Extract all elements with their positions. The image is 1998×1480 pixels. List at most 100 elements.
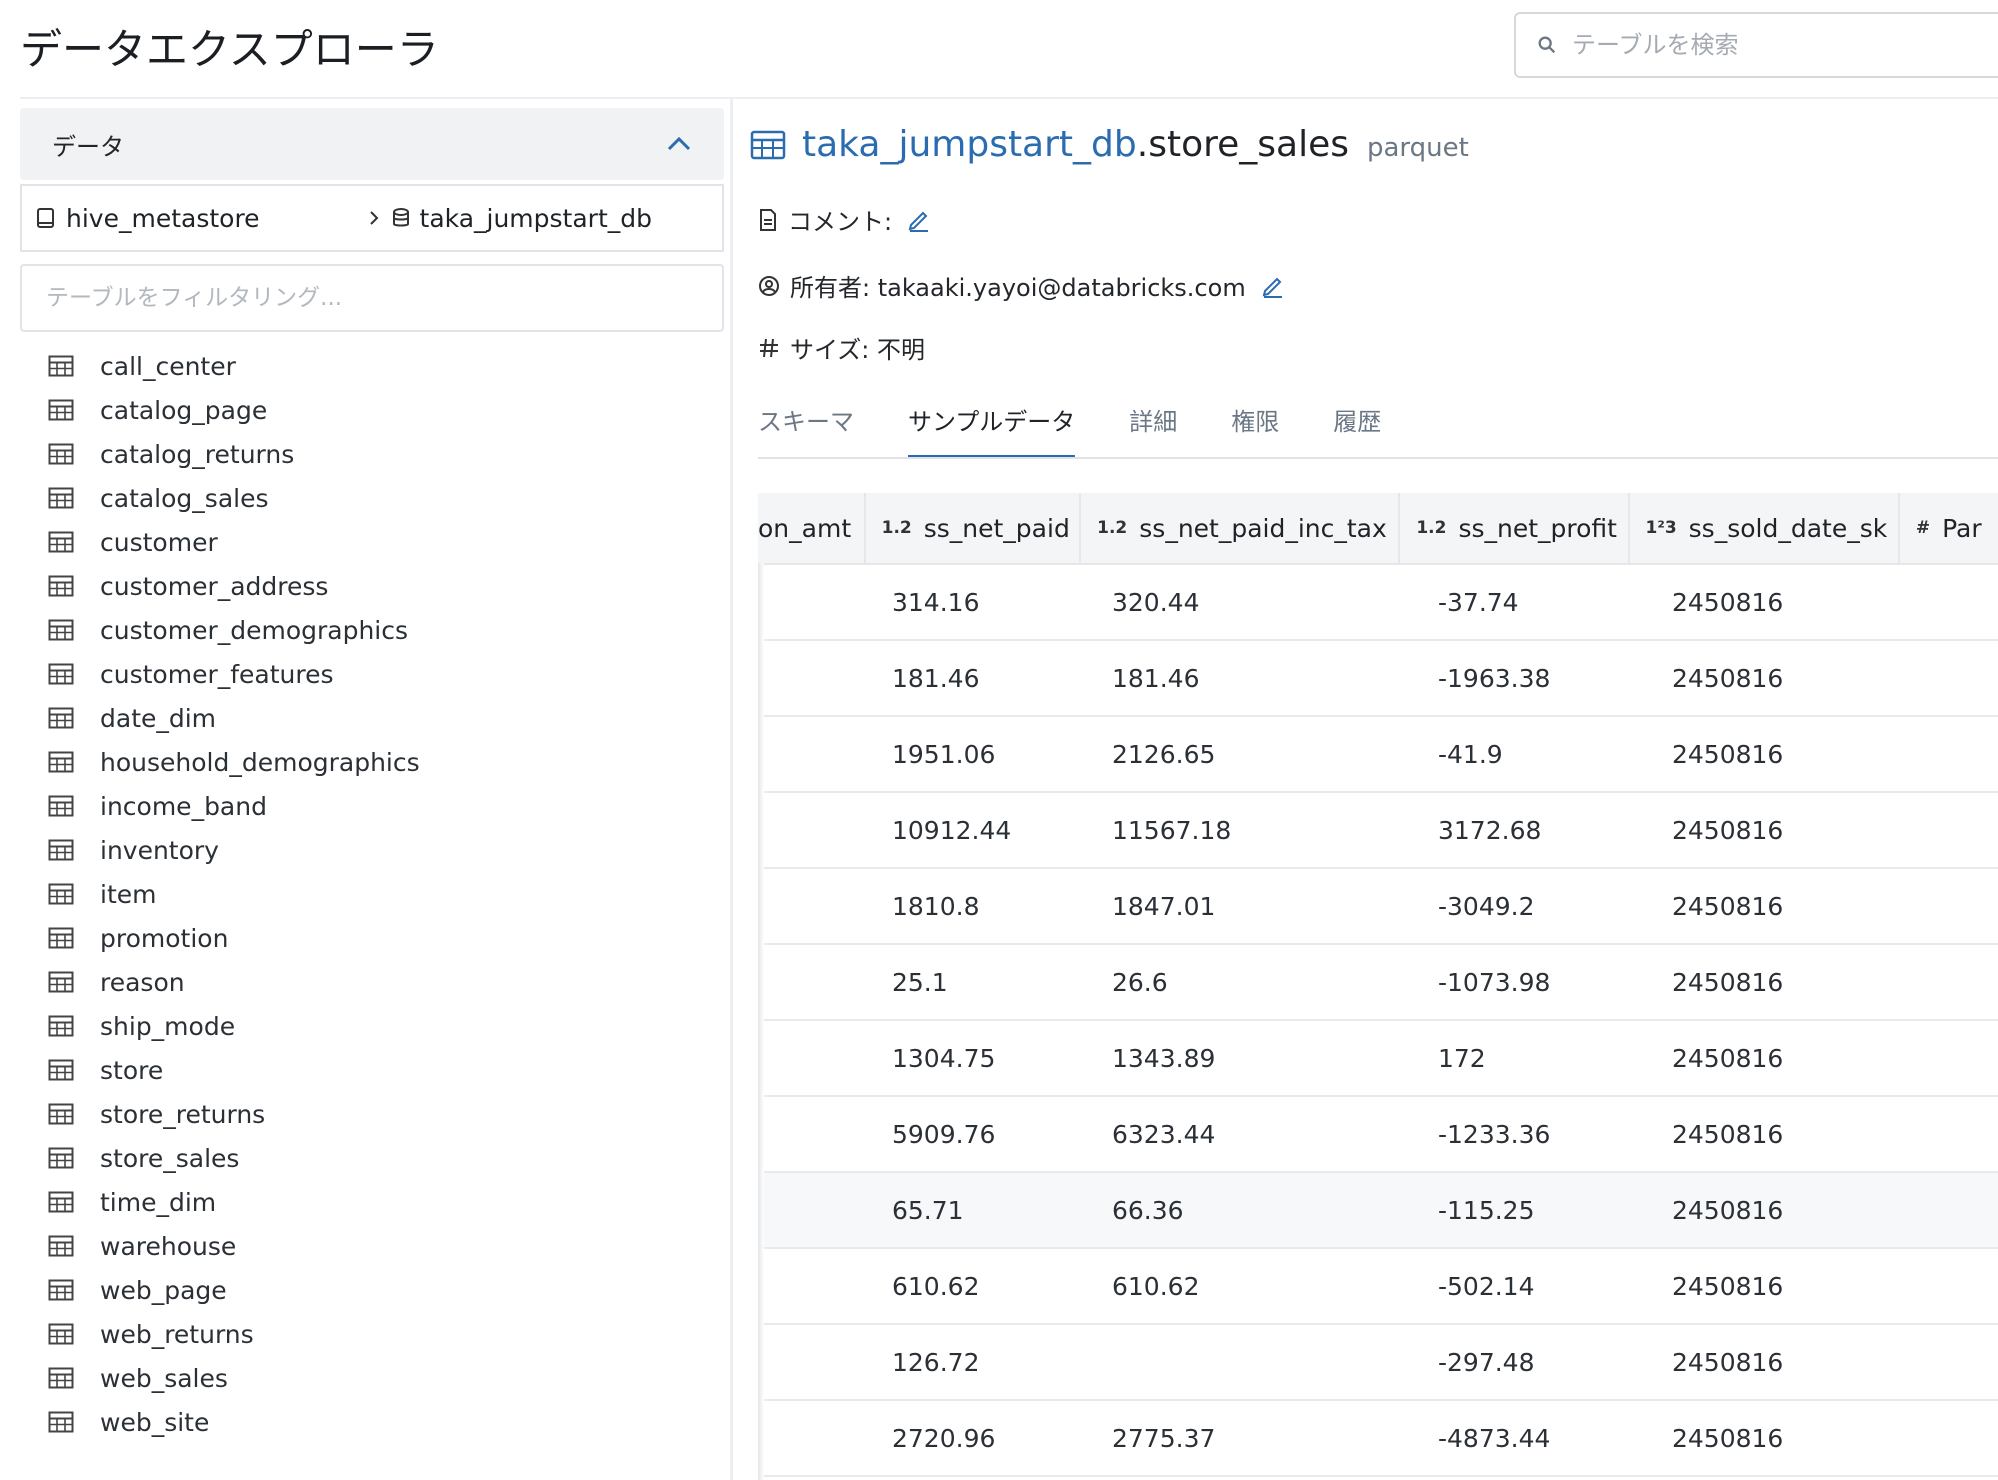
table-list-item[interactable]: household_demographics — [48, 740, 420, 784]
column-header-label: on_amt — [758, 513, 852, 543]
table-cell: 2450816 — [1672, 1271, 1784, 1301]
catalog-icon — [37, 208, 54, 228]
table-list-item[interactable]: promotion — [48, 916, 420, 960]
table-list-item[interactable]: reason — [48, 960, 420, 1004]
table-list-item[interactable]: item — [48, 872, 420, 916]
breadcrumb-database[interactable]: taka_jumpstart_db — [392, 204, 652, 233]
column-header[interactable]: 1.2 ss_net_profit — [1400, 493, 1630, 563]
table-icon — [48, 1191, 74, 1213]
table-list-item[interactable]: catalog_returns — [48, 432, 420, 476]
table-cell: 610.62 — [1112, 1271, 1200, 1301]
table-row[interactable]: 610.62 610.62 -502.14 2450816 — [758, 1249, 1998, 1325]
table-list-item-label: customer_address — [100, 571, 329, 601]
column-header[interactable]: 1.2 ss_net_paid_inc_tax — [1081, 493, 1401, 563]
tab-3[interactable]: 権限 — [1231, 402, 1279, 459]
table-list-item[interactable]: customer_demographics — [48, 608, 420, 652]
database-name: taka_jumpstart_db — [419, 203, 652, 233]
table-list-item[interactable]: customer_features — [48, 652, 420, 696]
table-cell: 5909.76 — [892, 1119, 996, 1149]
table-list-item-label: store_sales — [100, 1143, 240, 1173]
table-icon — [48, 751, 74, 773]
column-header[interactable]: 1.2 ss_net_paid — [866, 493, 1082, 563]
table-list-item[interactable]: store — [48, 1048, 420, 1092]
table-filter-input[interactable] — [44, 284, 688, 312]
table-cell: 2450816 — [1672, 587, 1784, 617]
column-type-icon: 1²3 — [1645, 518, 1677, 538]
table-list-item-label: income_band — [100, 791, 267, 821]
column-header[interactable]: 1²3 ss_sold_date_sk — [1630, 493, 1900, 563]
table-header-row: on_amt 1.2 ss_net_paid 1.2 ss_net_paid_inc_t… — [758, 493, 1998, 565]
table-cell: 320.44 — [1112, 587, 1200, 617]
table-search[interactable] — [1514, 12, 1998, 78]
table-cell: 2720.96 — [892, 1423, 996, 1453]
owner-row: 所有者: takaaki.yayoi@databricks.com — [758, 268, 1296, 303]
table-row[interactable]: 2720.96 2775.37 -4873.44 2450816 — [758, 1401, 1998, 1477]
column-header[interactable]: # Par — [1900, 493, 1998, 563]
table-row[interactable]: 1304.75 1343.89 172 2450816 — [758, 1021, 1998, 1097]
table-cell: 2450816 — [1672, 815, 1784, 845]
table-icon — [48, 1147, 74, 1169]
tab-4[interactable]: 履歴 — [1333, 402, 1381, 459]
table-list-item[interactable]: web_returns — [48, 1312, 420, 1356]
table-list-item-label: customer — [100, 527, 218, 557]
table-list-item[interactable]: customer — [48, 520, 420, 564]
table-list-item[interactable]: time_dim — [48, 1180, 420, 1224]
table-cell: 65.71 — [892, 1195, 964, 1225]
table-list-item[interactable]: store_returns — [48, 1092, 420, 1136]
table-list: call_center catalog_page catalog_returnsca… — [48, 344, 420, 1444]
search-input[interactable] — [1570, 30, 1974, 60]
table-cell: 314.16 — [892, 587, 980, 617]
table-cell: 2450816 — [1672, 1195, 1784, 1225]
table-icon — [48, 1367, 74, 1389]
table-list-item[interactable]: catalog_page — [48, 388, 420, 432]
table-list-item[interactable]: income_band — [48, 784, 420, 828]
table-list-item[interactable]: date_dim — [48, 696, 420, 740]
table-list-item-label: item — [100, 879, 157, 909]
table-list-item[interactable]: store_sales — [48, 1136, 420, 1180]
table-list-item[interactable]: ship_mode — [48, 1004, 420, 1048]
column-header-label: ss_net_paid — [923, 513, 1070, 543]
table-row[interactable]: 1951.06 2126.65 -41.9 2450816 — [758, 717, 1998, 793]
breadcrumb-catalog[interactable]: hive_metastore — [36, 204, 260, 233]
table-icon — [48, 883, 74, 905]
table-list-item[interactable]: web_sales — [48, 1356, 420, 1400]
table-filter[interactable] — [20, 264, 724, 332]
table-list-item[interactable]: call_center — [48, 344, 420, 388]
table-list-item[interactable]: catalog_sales — [48, 476, 420, 520]
table-row[interactable]: 10912.44 11567.18 3172.68 2450816 — [758, 793, 1998, 869]
edit-comment-button[interactable] — [906, 207, 942, 233]
table-cell: -297.48 — [1438, 1347, 1535, 1377]
table-list-item[interactable]: inventory — [48, 828, 420, 872]
column-header[interactable]: on_amt — [758, 493, 866, 563]
table-row[interactable]: 126.72 -297.48 2450816 — [758, 1325, 1998, 1401]
table-row[interactable]: 181.46 181.46 -1963.38 2450816 — [758, 641, 1998, 717]
table-cell: 2450816 — [1672, 1119, 1784, 1149]
table-list-item[interactable]: web_site — [48, 1400, 420, 1444]
tab-0[interactable]: スキーマ — [758, 402, 854, 459]
data-section-header[interactable]: データ — [20, 108, 724, 180]
table-row[interactable]: 25.1 26.6 -1073.98 2450816 — [758, 945, 1998, 1021]
table-title: taka_jumpstart_db .store_sales parquet — [750, 124, 1469, 165]
table-list-item-label: catalog_returns — [100, 439, 295, 469]
table-list-item-label: customer_demographics — [100, 615, 409, 645]
chevron-up-icon[interactable] — [666, 136, 692, 152]
tab-1[interactable]: サンプルデータ — [908, 402, 1076, 459]
table-row[interactable]: 65.71 66.36 -115.25 2450816 — [758, 1173, 1998, 1249]
table-title-db-link[interactable]: taka_jumpstart_db — [802, 124, 1137, 165]
table-icon — [48, 531, 74, 553]
table-cell: -1073.98 — [1438, 967, 1551, 997]
tab-2[interactable]: 詳細 — [1129, 402, 1177, 459]
edit-owner-button[interactable] — [1260, 273, 1296, 299]
table-format: parquet — [1366, 132, 1469, 163]
size-row: サイズ: 不明 — [758, 330, 925, 365]
table-row[interactable]: 1810.8 1847.01 -3049.2 2450816 — [758, 869, 1998, 945]
panel-divider[interactable] — [730, 99, 733, 1480]
table-list-item-label: inventory — [100, 835, 219, 865]
table-list-item[interactable]: warehouse — [48, 1224, 420, 1268]
table-row[interactable]: 5909.76 6323.44 -1233.36 2450816 — [758, 1097, 1998, 1173]
table-row[interactable]: 314.16 320.44 -37.74 2450816 — [758, 565, 1998, 641]
table-list-item[interactable]: customer_address — [48, 564, 420, 608]
table-list-item-label: store — [100, 1055, 164, 1085]
table-cell: 3172.68 — [1438, 815, 1542, 845]
table-list-item[interactable]: web_page — [48, 1268, 420, 1312]
